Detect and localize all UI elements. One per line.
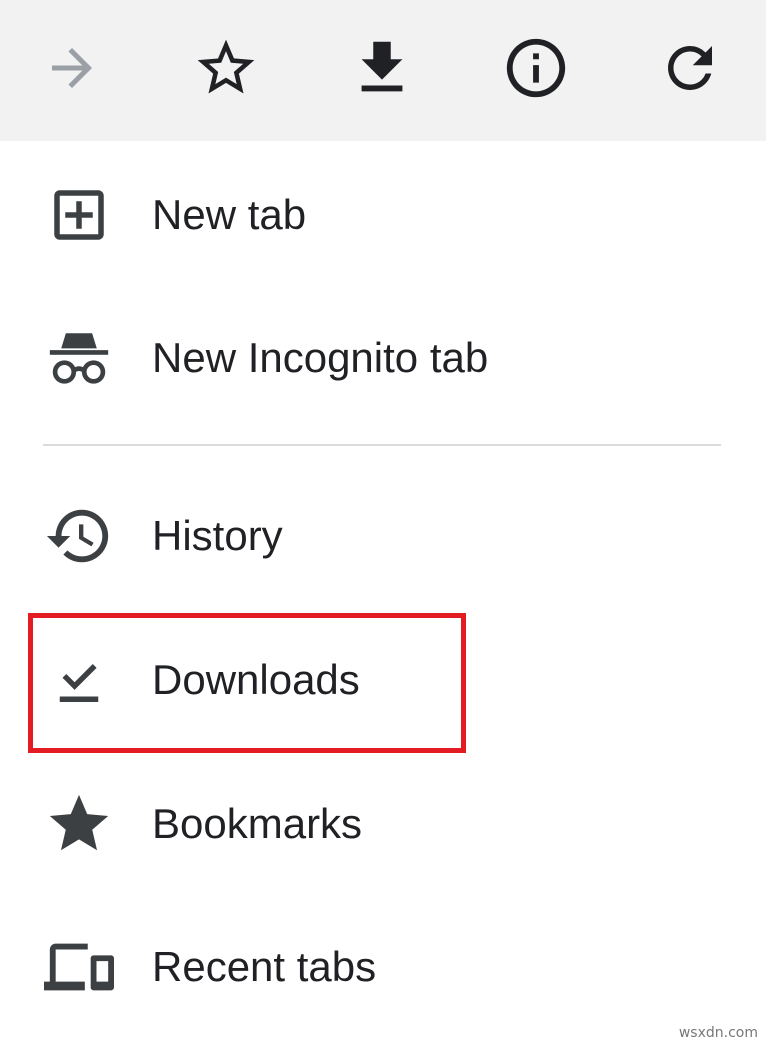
menu-item-label: Recent tabs <box>152 943 377 990</box>
menu-item-label: History <box>152 512 283 559</box>
info-icon <box>506 38 566 98</box>
menu-toolbar <box>0 0 766 141</box>
menu-item-label: Bookmarks <box>152 800 363 847</box>
forward-button[interactable] <box>34 30 110 106</box>
bookmark-star-button[interactable] <box>188 30 264 106</box>
reload-icon <box>668 45 712 90</box>
downloads-highlight-box <box>28 613 466 753</box>
menu-item-new-tab[interactable]: New tab <box>0 155 766 275</box>
star-filled-icon <box>49 794 109 851</box>
menu-item-label: New Incognito tab <box>152 334 489 381</box>
menu-item-bookmarks[interactable]: Bookmarks <box>0 764 766 884</box>
star-outline-icon <box>197 39 255 94</box>
menu-item-recent-tabs[interactable]: Recent tabs <box>0 907 766 1027</box>
devices-icon <box>44 943 114 991</box>
watermark-text: wsxdn.com <box>678 1025 758 1041</box>
download-icon <box>361 41 403 92</box>
menu-item-history[interactable]: History <box>0 476 766 596</box>
forward-arrow-icon <box>52 48 92 88</box>
download-page-button[interactable] <box>344 30 420 106</box>
menu-divider <box>43 444 721 446</box>
menu-item-new-incognito-tab[interactable]: New Incognito tab <box>0 298 766 418</box>
new-tab-icon <box>54 190 104 240</box>
menu-item-label: New tab <box>152 191 307 238</box>
reload-button[interactable] <box>652 30 728 106</box>
incognito-icon <box>49 333 109 384</box>
page-info-button[interactable] <box>498 30 574 106</box>
history-icon <box>46 509 109 563</box>
